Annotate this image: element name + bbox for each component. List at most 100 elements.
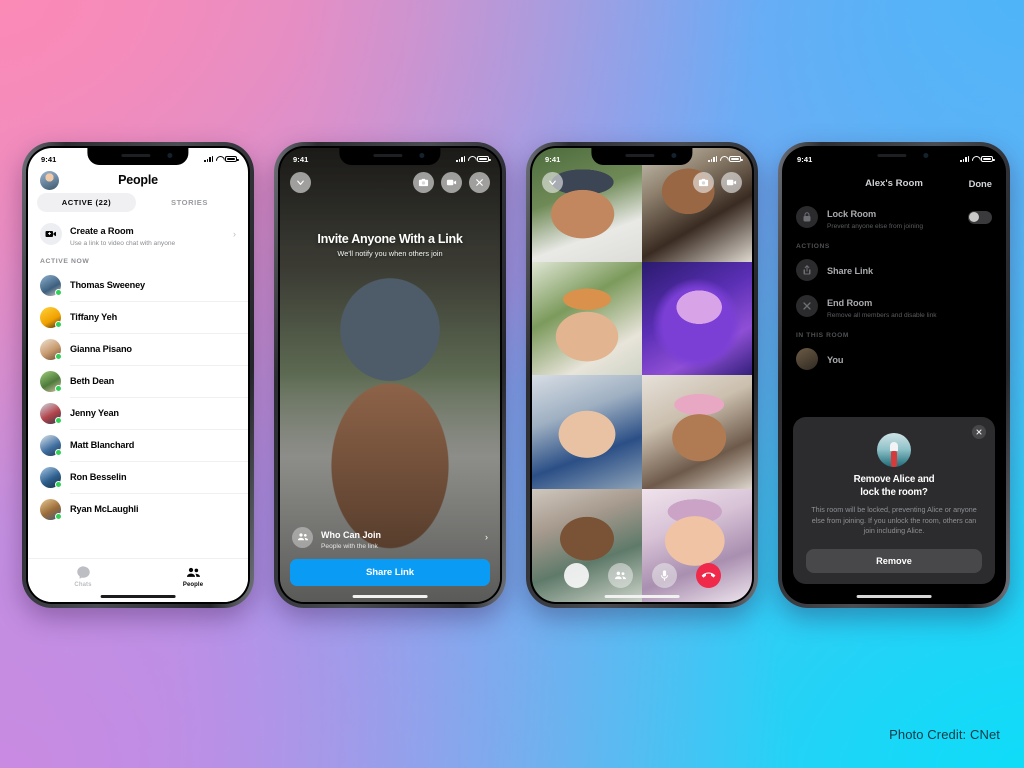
person-name: Jenny Yean: [70, 408, 119, 418]
section-label-active-now: ACTIVE NOW: [40, 258, 90, 265]
person-name: Beth Dean: [70, 376, 115, 386]
segmented-tabs: ACTIVE (22) STORIES: [28, 193, 248, 212]
share-link-title: Share Link: [827, 266, 873, 276]
in-room-member[interactable]: You: [784, 342, 1004, 376]
phone-bezel-3: 9:41: [530, 146, 754, 604]
share-icon: [796, 259, 818, 281]
close-icon: [796, 295, 818, 317]
lock-room-row[interactable]: Lock Room Prevent anyone else from joini…: [784, 198, 1004, 236]
tab-people[interactable]: People: [138, 565, 248, 588]
list-item[interactable]: Beth Dean: [28, 365, 248, 397]
home-indicator-3: [604, 595, 680, 598]
chevron-down-icon[interactable]: [542, 172, 563, 193]
who-can-join-subtitle: People with the link: [321, 543, 378, 550]
online-dot: [54, 481, 62, 488]
photo-credit: Photo Credit: CNet: [889, 727, 1000, 742]
camera-flip-icon[interactable]: [413, 172, 434, 193]
list-item[interactable]: Tiffany Yeh: [28, 301, 248, 333]
invite-message: Invite Anyone With a Link We'll notify y…: [280, 232, 500, 258]
remove-member-dialog: Remove Alice and lock the room? This roo…: [793, 417, 995, 584]
phone-room-settings: 9:41 Alex's Room Done Lock Room Prevent …: [778, 142, 1010, 608]
notch-1: [87, 148, 189, 165]
chevron-down-icon[interactable]: [290, 172, 311, 193]
tab-active[interactable]: ACTIVE (22): [37, 193, 136, 212]
tab-stories[interactable]: STORIES: [140, 193, 239, 212]
video-grid: [532, 148, 752, 602]
invite-top-bar: [290, 172, 490, 193]
person-name: Gianna Pisano: [70, 344, 132, 354]
status-time-4: 9:41: [797, 154, 813, 164]
phone-group-call: 9:41: [526, 142, 758, 608]
invite-subhead: We'll notify you when others join: [337, 249, 443, 258]
video-tile[interactable]: [532, 261, 642, 375]
online-dot: [54, 385, 62, 392]
list-item[interactable]: Thomas Sweeney: [28, 269, 248, 301]
member-name: You: [827, 355, 844, 365]
share-link-button[interactable]: Share Link: [290, 559, 490, 586]
lock-room-toggle[interactable]: [968, 210, 992, 224]
section-label-in-this-room: IN THIS ROOM: [796, 332, 849, 339]
create-room-row[interactable]: Create a Room Use a link to video chat w…: [28, 212, 248, 255]
home-indicator-2: [352, 595, 428, 598]
online-dot: [54, 417, 62, 424]
invite-bottom-panel: Who Can Join People with the link › Shar…: [290, 521, 490, 586]
lock-room-subtitle: Prevent anyone else from joining: [827, 223, 924, 230]
add-people-button[interactable]: [607, 563, 633, 588]
camera-flip-icon[interactable]: [693, 172, 714, 193]
list-item[interactable]: Ryan McLaughli: [28, 493, 248, 525]
microphone-button[interactable]: [651, 563, 677, 588]
online-dot: [54, 513, 62, 520]
list-item[interactable]: Gianna Pisano: [28, 333, 248, 365]
who-can-join-row[interactable]: Who Can Join People with the link ›: [290, 521, 490, 560]
tab-people-label: People: [182, 582, 204, 588]
close-icon[interactable]: [469, 172, 490, 193]
person-name: Matt Blanchard: [70, 440, 135, 450]
wifi-icon: [216, 156, 223, 162]
list-item[interactable]: Jenny Yean: [28, 397, 248, 429]
people-list: Thomas Sweeney Tiffany Yeh Gianna Pisano…: [28, 269, 248, 525]
effects-button[interactable]: [563, 563, 589, 588]
video-tile[interactable]: [532, 375, 642, 489]
phone-people-list: 9:41 People ACTIVE (22) STORIES Create a…: [22, 142, 254, 608]
status-time-2: 9:41: [293, 154, 309, 164]
done-button[interactable]: Done: [969, 178, 992, 189]
remove-button[interactable]: Remove: [806, 549, 982, 573]
video-tile[interactable]: [642, 261, 752, 375]
list-item[interactable]: Matt Blanchard: [28, 429, 248, 461]
video-room-icon: [40, 223, 62, 245]
tab-chats[interactable]: Chats: [28, 565, 138, 588]
share-link-row[interactable]: Share Link: [784, 253, 1004, 287]
video-tile[interactable]: [642, 375, 752, 489]
call-top-bar: [542, 172, 742, 193]
avatar: [40, 274, 62, 296]
online-dot: [54, 321, 62, 328]
cellular-signal-icon: [708, 156, 717, 162]
video-camera-icon[interactable]: [441, 172, 462, 193]
avatar: [40, 466, 62, 488]
avatar: [40, 498, 62, 520]
screen-people-list: 9:41 People ACTIVE (22) STORIES Create a…: [28, 148, 248, 602]
video-camera-icon[interactable]: [721, 172, 742, 193]
room-settings-header: Alex's Room Done: [784, 172, 1004, 198]
locked-room-illustration: [877, 433, 911, 468]
wifi-icon: [972, 156, 979, 162]
create-room-title: Create a Room: [70, 226, 134, 236]
avatar: [796, 348, 818, 370]
avatar: [40, 306, 62, 328]
battery-icon: [729, 156, 743, 162]
close-icon[interactable]: [972, 425, 986, 440]
chevron-right-icon: ›: [485, 532, 488, 543]
phone-invite-link: 9:41 Invite Anyone With a Link We'll not…: [274, 142, 506, 608]
list-item[interactable]: Ron Besselin: [28, 461, 248, 493]
chevron-right-icon: ›: [233, 229, 236, 239]
person-name: Thomas Sweeney: [70, 280, 146, 290]
invite-headline: Invite Anyone With a Link: [317, 232, 463, 246]
who-can-join-title: Who Can Join: [321, 529, 381, 540]
status-time-3: 9:41: [545, 154, 561, 164]
notch-2: [339, 148, 441, 165]
online-dot: [54, 289, 62, 296]
end-call-button[interactable]: [695, 563, 721, 588]
end-room-row[interactable]: End Room Remove all members and disable …: [784, 287, 1004, 325]
cellular-signal-icon: [960, 156, 969, 162]
lock-icon: [796, 206, 818, 228]
